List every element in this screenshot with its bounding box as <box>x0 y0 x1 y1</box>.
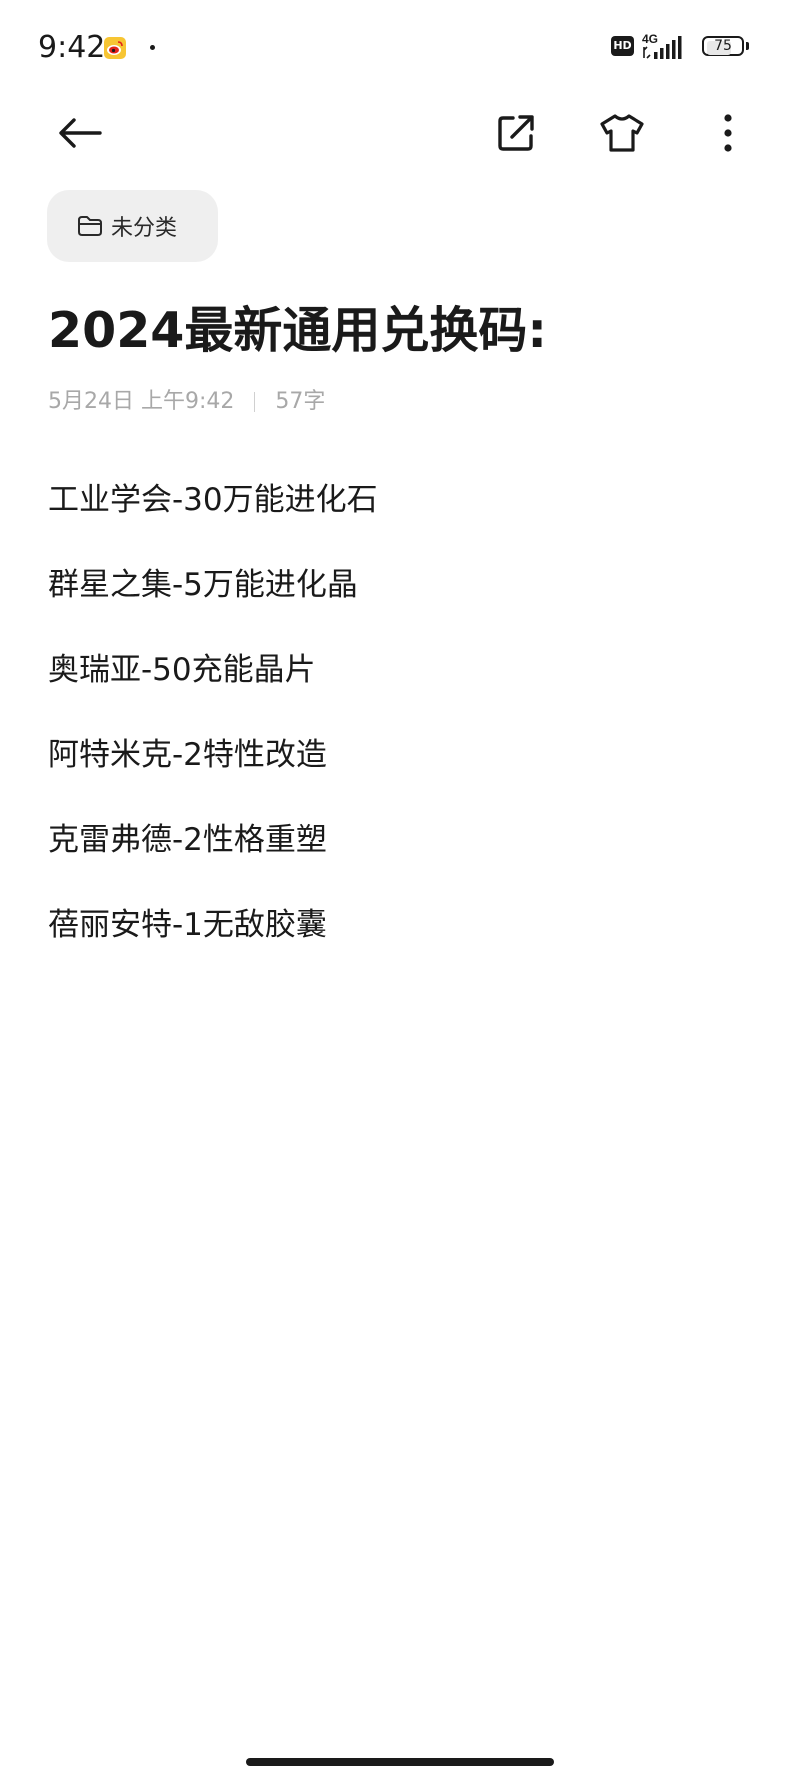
back-button[interactable] <box>50 103 110 163</box>
status-time: 9:42 <box>38 30 106 65</box>
status-dot <box>150 45 155 50</box>
share-external-icon <box>498 115 534 151</box>
folder-chip-label: 未分类 <box>111 216 178 241</box>
note-word-count: 57字 <box>275 389 326 414</box>
weibo-icon <box>104 37 126 59</box>
note-line[interactable]: 奥瑞亚-50充能晶片 <box>48 648 748 692</box>
theme-button[interactable] <box>592 103 652 163</box>
note-body[interactable]: 工业学会-30万能进化石 群星之集-5万能进化晶 奥瑞亚-50充能晶片 阿特米克… <box>48 478 748 988</box>
battery-tip <box>746 42 749 50</box>
folder-chip[interactable]: 未分类 <box>47 190 218 262</box>
note-date: 5月24日 上午9:42 <box>48 389 235 414</box>
note-line[interactable]: 阿特米克-2特性改造 <box>48 733 748 777</box>
battery-indicator: 75 <box>702 36 749 58</box>
more-vertical-icon <box>724 114 732 152</box>
note-line[interactable]: 蓓丽安特-1无敌胶囊 <box>48 903 748 947</box>
share-button[interactable] <box>486 103 546 163</box>
note-meta: 5月24日 上午9:42 57字 <box>48 386 325 418</box>
note-title[interactable]: 2024最新通用兑换码: <box>48 298 547 364</box>
note-line[interactable]: 工业学会-30万能进化石 <box>48 478 748 522</box>
note-line[interactable]: 群星之集-5万能进化晶 <box>48 563 748 607</box>
more-options-button[interactable] <box>698 103 758 163</box>
battery-level: 75 <box>714 38 732 54</box>
meta-separator <box>254 392 256 412</box>
folder-icon <box>78 216 102 236</box>
network-label: 4G <box>642 32 658 46</box>
status-bar: 9:42 HD 4G 75 <box>0 0 800 92</box>
home-indicator[interactable] <box>246 1758 554 1766</box>
hd-badge: HD <box>611 36 634 56</box>
tshirt-icon <box>600 114 644 152</box>
note-line[interactable]: 克雷弗德-2性格重塑 <box>48 818 748 862</box>
signal-4g-icon: 4G <box>642 32 682 59</box>
arrow-left-icon <box>59 118 102 148</box>
